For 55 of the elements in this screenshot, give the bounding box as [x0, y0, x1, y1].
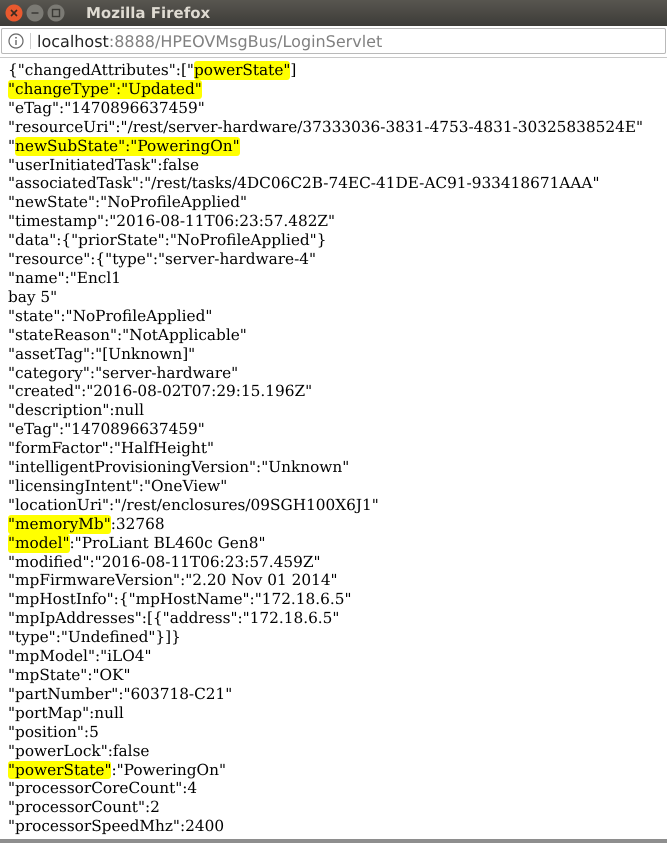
highlighted-text: "powerState": [8, 760, 112, 780]
json-text: "partNumber":"603718-C21": [8, 684, 232, 704]
json-text: :"PoweringOn": [111, 760, 226, 780]
json-text: "eTag":"1470896637459": [8, 98, 205, 118]
json-text: "data":{"priorState":"NoProfileApplied"}: [8, 231, 326, 250]
highlighted-text: powerState": [194, 61, 290, 80]
address-field[interactable]: localhost:8888/HPEOVMsgBus/LoginServlet: [1, 28, 666, 54]
highlighted-text: "changeType":"Updated": [8, 80, 202, 99]
json-text: "timestamp":"2016-08-11T06:23:57.482Z": [8, 212, 336, 232]
json-text: "mpHostInfo":{"mpHostName":"172.18.6.5": [8, 590, 352, 610]
json-text: "portMap":null: [8, 704, 124, 723]
highlighted-text: newSubState":"PoweringOn": [15, 136, 240, 156]
json-text: "type":"Undefined"}]}: [8, 628, 181, 648]
close-icon[interactable]: [5, 4, 23, 22]
json-text: "newState":"NoProfileApplied": [8, 193, 248, 212]
info-icon[interactable]: [8, 33, 24, 49]
json-text: ]: [290, 61, 296, 80]
json-text: "locationUri":"/rest/enclosures/09SGH100X6J1": [8, 496, 379, 515]
json-text: "processorCount":2: [8, 798, 160, 818]
json-text: "resourceUri":"/rest/server-hardware/37333036-3831-4753-4831-30325838524E": [8, 118, 644, 137]
json-text: "licensingIntent":"OneView": [8, 476, 228, 496]
json-text: "formFactor":"HalfHeight": [8, 439, 214, 458]
json-text: "intelligentProvisioningVersion":"Unknown": [8, 458, 350, 477]
minimize-icon[interactable]: [26, 4, 44, 22]
json-text: "position":5: [8, 722, 99, 742]
json-text: "powerLock":false: [8, 742, 150, 761]
json-text: "mpModel":"iLO4": [8, 647, 152, 666]
window-title: Mozilla Firefox: [86, 4, 210, 22]
json-text: {"changedAttributes":[": [8, 61, 194, 80]
json-text: "processorCoreCount":4: [8, 779, 198, 798]
json-text: ": [8, 136, 16, 156]
json-text: bay 5": [8, 288, 58, 307]
json-text: "mpState":"OK": [8, 666, 131, 685]
json-text: "name":"Encl1: [8, 268, 122, 288]
json-text: :32768: [110, 514, 165, 534]
url-path: :8888/HPEOVMsgBus/LoginServlet: [108, 32, 382, 50]
json-text: "description":null: [8, 401, 144, 420]
json-text: :"ProLiant BL460c Gen8": [70, 534, 266, 553]
highlighted-text: "model": [8, 534, 70, 553]
maximize-icon[interactable]: [47, 4, 65, 22]
json-text: "processorSpeedMhz":2400: [8, 817, 224, 836]
json-text: "mpIpAddresses":[{"address":"172.18.6.5": [8, 609, 340, 628]
json-text: "modified":"2016-08-11T06:23:57.459Z": [8, 552, 321, 572]
json-text: "userInitiatedTask":false: [8, 156, 200, 174]
json-text: "state":"NoProfileApplied": [8, 306, 212, 326]
json-text: "assetTag":"[Unknown]": [8, 344, 196, 364]
json-text: "stateReason":"NotApplicable": [8, 326, 247, 345]
json-text: "mpFirmwareVersion":"2.20 Nov 01 2014": [8, 571, 338, 590]
json-text: "created":"2016-08-02T07:29:15.196Z": [8, 382, 312, 402]
json-text: "eTag":"1470896637459": [8, 420, 205, 440]
json-text: "resource":{"type":"server-hardware-4": [8, 250, 316, 269]
url-host: localhost: [37, 32, 109, 50]
json-text: "associatedTask":"/rest/tasks/4DC06C2B-74EC-41DE-AC91-933418671AAA": [8, 174, 600, 194]
highlighted-text: "memoryMb": [8, 514, 111, 534]
json-text: "category":"server-hardware": [8, 364, 238, 382]
